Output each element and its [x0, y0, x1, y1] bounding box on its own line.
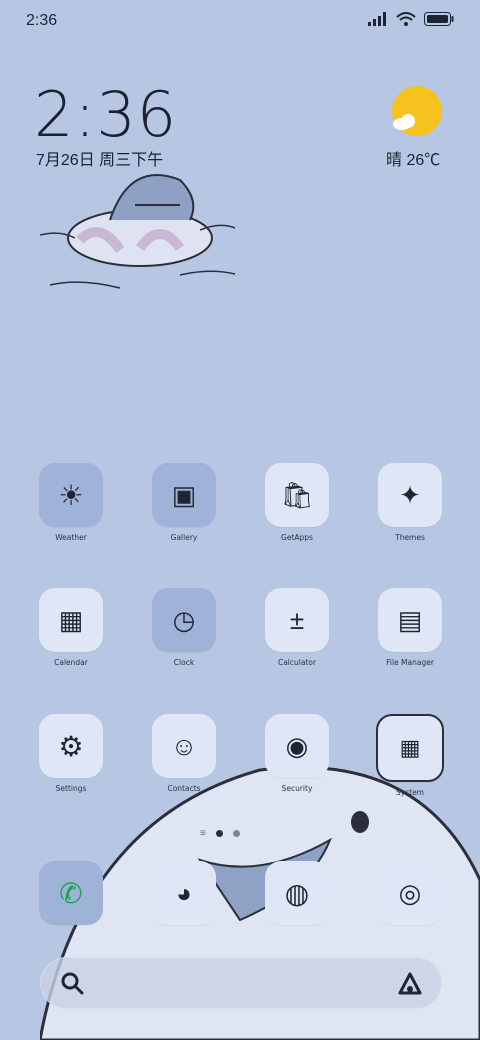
themes-icon: ✦	[399, 479, 421, 510]
gallery-icon: ▣	[171, 479, 197, 510]
system-icon: ▦	[399, 735, 421, 760]
wallpaper-shark-float	[40, 174, 236, 289]
assistant-icon[interactable]	[396, 971, 424, 995]
app-contacts[interactable]: ☺ Contacts	[136, 714, 232, 793]
app-calendar[interactable]: ▦ Calendar	[23, 588, 119, 667]
cloud-icon	[393, 114, 415, 130]
signal-icon	[368, 12, 386, 26]
app-label: GetApps	[281, 533, 313, 542]
page-indicator[interactable]: ≡	[200, 828, 240, 839]
app-label: Gallery	[170, 533, 198, 542]
dock-camera[interactable]: ◎	[362, 861, 458, 925]
weather-icon: ☀	[58, 479, 84, 511]
app-label: System	[396, 788, 424, 797]
dock-phone[interactable]: ✆	[23, 861, 119, 925]
app-security[interactable]: ◉ Security	[249, 714, 345, 793]
status-time: 2:36	[26, 12, 58, 29]
dock-browser[interactable]: ◍	[249, 861, 345, 925]
file-manager-icon: ▤	[397, 604, 423, 635]
app-label: Calendar	[54, 658, 88, 667]
app-settings[interactable]: ⚙ Settings	[23, 714, 119, 793]
app-label: Calculator	[277, 658, 317, 667]
page-dot[interactable]	[232, 830, 240, 837]
search-bar[interactable]	[40, 957, 442, 1009]
calculator-icon: ±	[289, 604, 305, 635]
messages-icon: ◕	[176, 877, 192, 908]
clock-widget-time[interactable]: 2:36	[34, 78, 177, 151]
getapps-icon: 🛍	[280, 479, 314, 510]
page-list-icon: ≡	[200, 828, 206, 839]
app-file-manager[interactable]: ▤ File Manager	[362, 588, 458, 667]
app-label: Settings	[55, 784, 87, 793]
app-themes[interactable]: ✦ Themes	[362, 463, 458, 542]
weather-widget-temp[interactable]: 晴 26℃	[386, 146, 440, 170]
dock-messages[interactable]: ◕	[136, 861, 232, 925]
calendar-icon: ▦	[58, 604, 84, 635]
app-clock[interactable]: ◷ Clock	[136, 588, 232, 667]
app-label: Security	[281, 784, 313, 793]
clock-icon: ◷	[172, 604, 196, 635]
battery-icon	[424, 12, 454, 26]
app-weather[interactable]: ☀ Weather	[23, 463, 119, 542]
status-icons	[368, 12, 454, 26]
security-icon: ◉	[285, 730, 309, 761]
app-system[interactable]: ▦ System	[362, 714, 458, 797]
app-getapps[interactable]: 🛍 GetApps	[249, 463, 345, 542]
phone-icon: ✆	[59, 877, 83, 909]
browser-icon: ◍	[284, 877, 310, 909]
page-dot-active[interactable]	[215, 830, 223, 837]
wifi-icon	[396, 12, 416, 26]
app-label: Themes	[395, 533, 425, 542]
app-label: Weather	[55, 533, 87, 542]
clock-widget-date[interactable]: 7月26日 周三下午	[36, 146, 163, 170]
app-label: File Manager	[386, 658, 434, 667]
contacts-icon: ☺	[170, 730, 198, 761]
app-label: Clock	[173, 658, 195, 667]
app-label: Contacts	[167, 784, 201, 793]
app-calculator[interactable]: ± Calculator	[249, 588, 345, 667]
app-gallery[interactable]: ▣ Gallery	[136, 463, 232, 542]
camera-icon: ◎	[398, 877, 422, 908]
settings-icon: ⚙	[58, 730, 84, 762]
search-icon	[61, 972, 84, 995]
